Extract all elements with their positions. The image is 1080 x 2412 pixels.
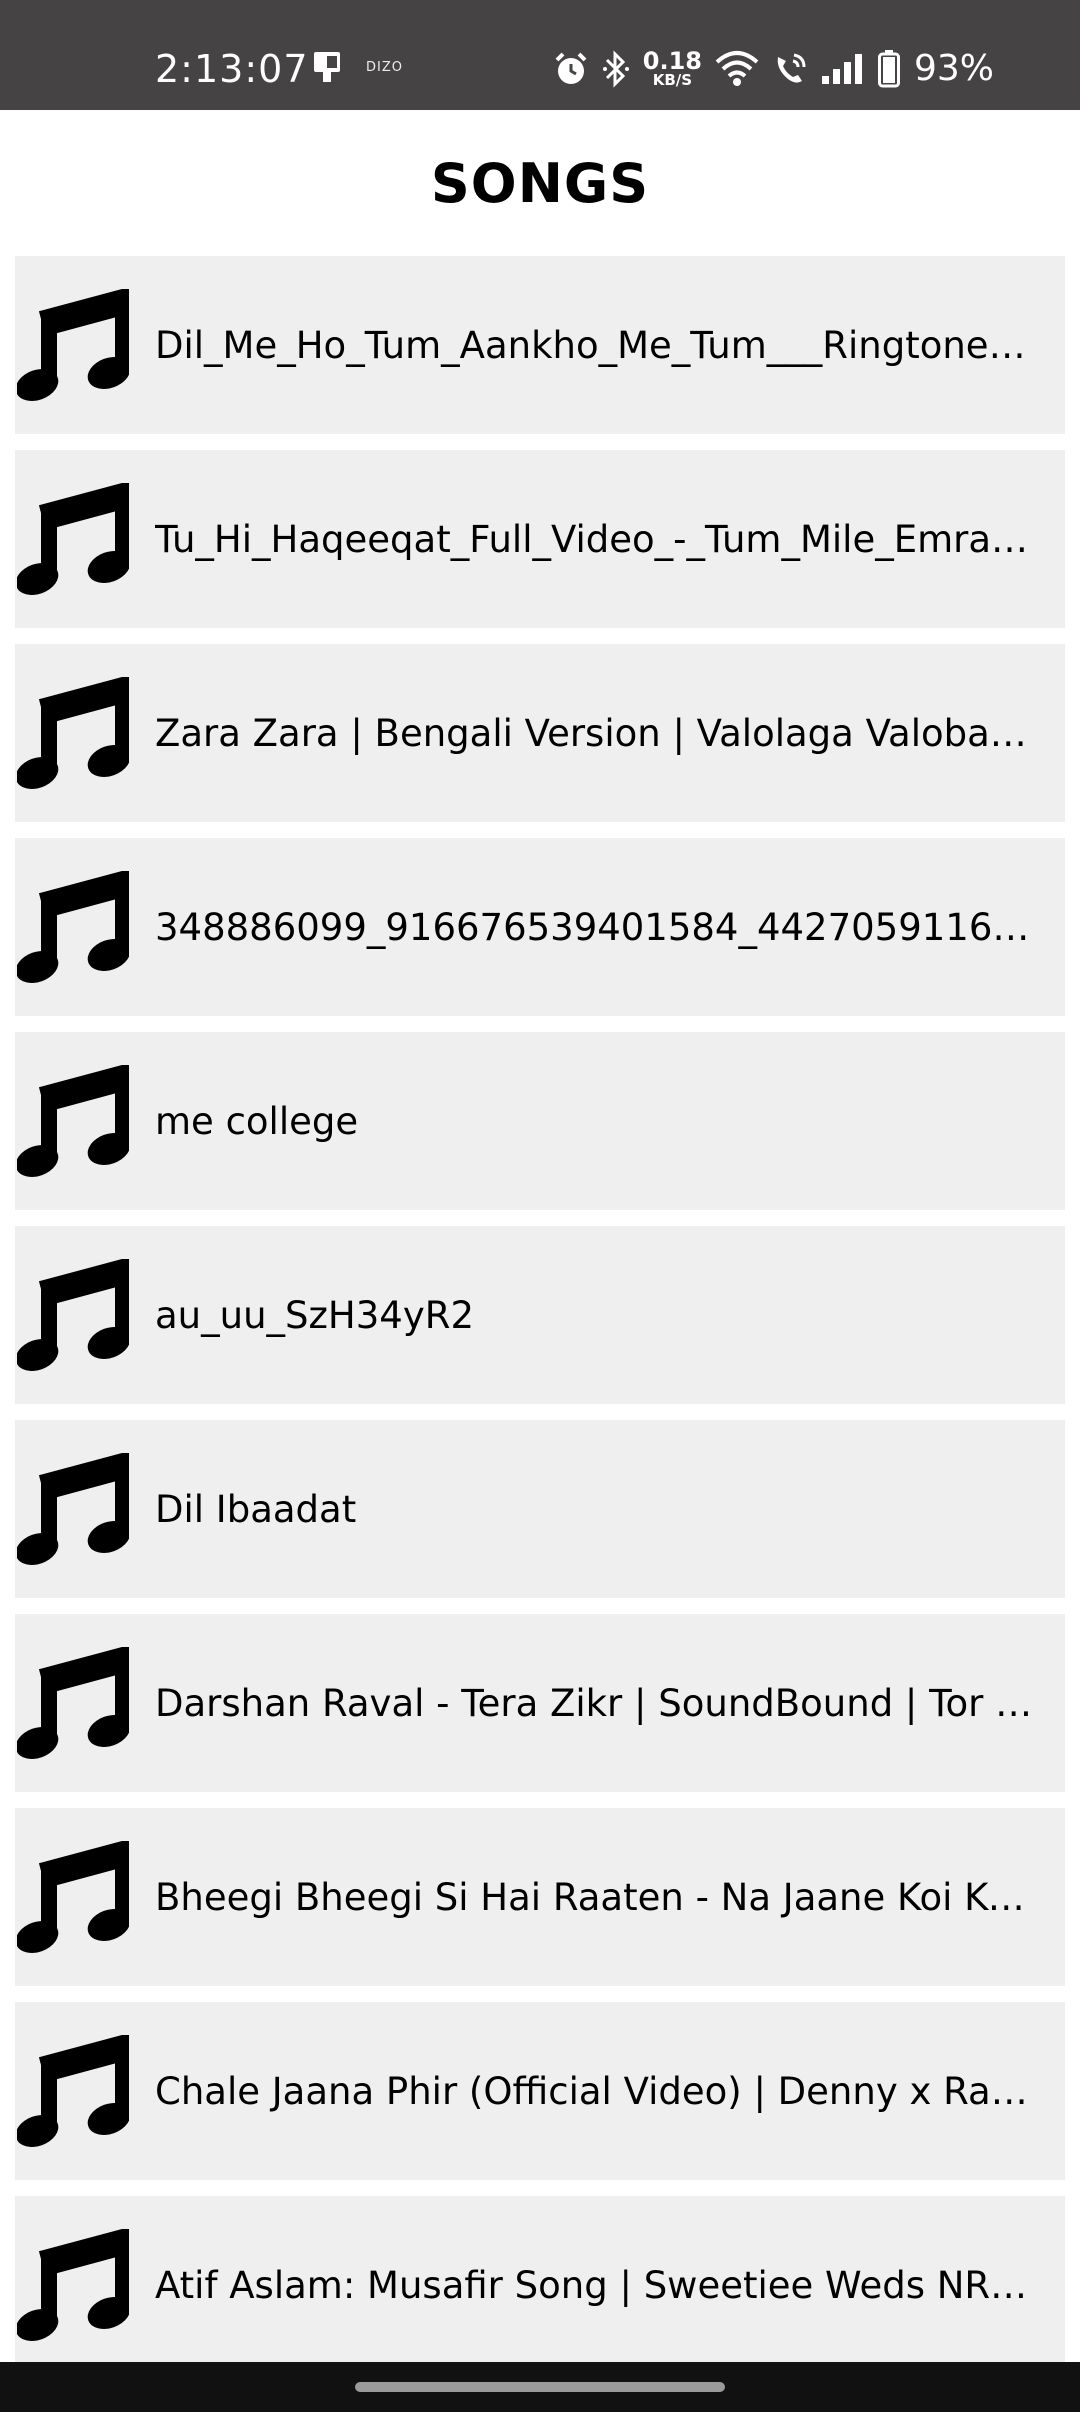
status-bar: 2:13:07 DIZO 0.18 KB/S 93% <box>0 0 1080 110</box>
song-title: Darshan Raval - Tera Zikr | SoundBound |… <box>155 1681 1033 1725</box>
song-title: Chale Jaana Phir (Official Video) | Denn… <box>155 2069 1033 2113</box>
header: SONGS <box>0 110 1080 256</box>
song-item[interactable]: Atif Aslam: Musafir Song | Sweetiee Weds… <box>15 2196 1065 2374</box>
signal-icon <box>821 53 862 84</box>
song-item[interactable]: Zara Zara | Bengali Version | Valolaga V… <box>15 644 1065 822</box>
page-title: SONGS <box>430 151 650 215</box>
status-left-icons: DIZO <box>308 50 403 84</box>
music-note-icon <box>17 1453 129 1565</box>
music-note-icon <box>17 2035 129 2147</box>
song-item[interactable]: me college <box>15 1032 1065 1210</box>
network-speed-value: 0.18 <box>642 47 702 75</box>
music-note-icon <box>17 1065 129 1177</box>
network-speed-unit: KB/S <box>652 71 693 89</box>
song-title: Tu_Hi_Haqeeqat_Full_Video_-_Tum_Mile_Emr… <box>155 517 1033 561</box>
song-title: Dil Ibaadat <box>155 1487 357 1531</box>
song-item[interactable]: Dil Ibaadat <box>15 1420 1065 1598</box>
song-title: Zara Zara | Bengali Version | Valolaga V… <box>155 711 1033 755</box>
song-item[interactable]: Tu_Hi_Haqeeqat_Full_Video_-_Tum_Mile_Emr… <box>15 450 1065 628</box>
status-right-icons: 0.18 KB/S 93% <box>553 48 994 89</box>
song-title: 348886099_916676539401584_442705911639..… <box>155 905 1033 949</box>
song-title: Bheegi Bheegi Si Hai Raaten - Na Jaane K… <box>155 1875 1033 1919</box>
song-item[interactable]: au_uu_SzH34yR2 <box>15 1226 1065 1404</box>
battery-percentage: 93% <box>913 48 994 89</box>
network-speed: 0.18 KB/S <box>643 49 702 88</box>
screen-cast-icon <box>314 52 340 82</box>
song-title: Atif Aslam: Musafir Song | Sweetiee Weds… <box>155 2263 1033 2307</box>
song-title: me college <box>155 1099 359 1143</box>
song-title: au_uu_SzH34yR2 <box>155 1293 474 1337</box>
song-list: Dil_Me_Ho_Tum_Aankho_Me_Tum___Ringtone__… <box>15 256 1065 2390</box>
status-time: 2:13:07 <box>155 47 309 91</box>
song-item[interactable]: Dil_Me_Ho_Tum_Aankho_Me_Tum___Ringtone__… <box>15 256 1065 434</box>
battery-icon <box>877 49 900 87</box>
music-note-icon <box>17 677 129 789</box>
bluetooth-icon <box>602 49 629 88</box>
wifi-calling-icon <box>777 53 806 83</box>
music-note-icon <box>17 289 129 401</box>
song-title: Dil_Me_Ho_Tum_Aankho_Me_Tum___Ringtone__… <box>155 323 1033 367</box>
music-note-icon <box>17 1647 129 1759</box>
music-note-icon <box>17 1841 129 1953</box>
alarm-icon <box>555 52 587 84</box>
song-item[interactable]: Chale Jaana Phir (Official Video) | Denn… <box>15 2002 1065 2180</box>
song-item[interactable]: 348886099_916676539401584_442705911639..… <box>15 838 1065 1016</box>
brand-label: DIZO <box>366 59 403 75</box>
music-note-icon <box>17 483 129 595</box>
music-note-icon <box>17 2229 129 2341</box>
navigation-bar <box>0 2362 1080 2412</box>
wifi-icon <box>715 50 759 86</box>
music-note-icon <box>17 1259 129 1371</box>
song-item[interactable]: Darshan Raval - Tera Zikr | SoundBound |… <box>15 1614 1065 1792</box>
gesture-handle[interactable] <box>355 2382 725 2392</box>
music-note-icon <box>17 871 129 983</box>
song-item[interactable]: Bheegi Bheegi Si Hai Raaten - Na Jaane K… <box>15 1808 1065 1986</box>
